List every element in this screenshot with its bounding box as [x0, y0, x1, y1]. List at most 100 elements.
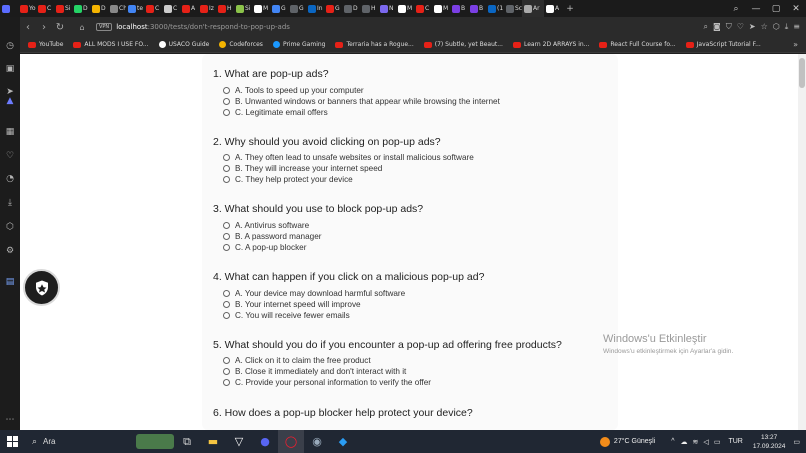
download-icon[interactable]: ⤓	[5, 198, 15, 208]
shield-icon[interactable]: ⛉	[726, 22, 732, 32]
browser-tab[interactable]: In	[306, 0, 324, 17]
new-tab-button[interactable]: +	[562, 0, 578, 17]
search-icon[interactable]: ⌕	[703, 22, 707, 32]
send-icon[interactable]: ➤	[749, 22, 756, 32]
radio-button[interactable]	[223, 154, 230, 162]
browser-tab[interactable]: A	[544, 0, 562, 17]
clock[interactable]: 13:27 17.09.2024	[753, 433, 786, 451]
opera-icon[interactable]: ◯	[278, 430, 304, 453]
answer-option[interactable]: B. A password manager	[213, 231, 423, 241]
browser-tab[interactable]: D	[90, 0, 108, 17]
task-view-icon[interactable]: ⧉	[174, 430, 200, 453]
speed-dial-icon[interactable]: ◷	[5, 41, 15, 51]
answer-option[interactable]: C. You will receive fewer emails	[213, 310, 484, 320]
browser-tab[interactable]: G	[324, 0, 342, 17]
radio-button[interactable]	[223, 368, 230, 376]
radio-button[interactable]	[223, 165, 230, 173]
minimize-button[interactable]: —	[746, 4, 766, 14]
extensions-icon[interactable]: ⬡	[773, 22, 780, 32]
browser-tab[interactable]: Ch	[108, 0, 126, 17]
browser-tab[interactable]: B	[450, 0, 468, 17]
radio-button[interactable]	[223, 379, 230, 387]
bookmark-item[interactable]: React Full Course fo...	[599, 41, 676, 48]
close-window-button[interactable]: ✕	[786, 4, 806, 14]
answer-option[interactable]: C. Provide your personal information to …	[213, 378, 562, 388]
bookmark-item[interactable]: YouTube	[28, 41, 63, 48]
bookmark-item[interactable]: Learn 2D ARRAYS in...	[512, 41, 589, 48]
radio-button[interactable]	[223, 300, 230, 308]
browser-tab[interactable]	[0, 0, 18, 17]
browser-tab[interactable]: B	[468, 0, 486, 17]
wallet-icon[interactable]: ▤	[5, 277, 15, 287]
steam-icon[interactable]: ◉	[304, 430, 330, 453]
answer-option[interactable]: A. Click on it to claim the free product	[213, 356, 562, 366]
browser-tab[interactable]: G	[270, 0, 288, 17]
more-bookmarks-icon[interactable]: »	[793, 40, 806, 49]
browser-tab[interactable]: M	[252, 0, 270, 17]
bag-icon[interactable]: ▣	[5, 64, 15, 74]
floating-shield-button[interactable]	[23, 269, 60, 306]
network-icon[interactable]: ☁	[681, 438, 688, 446]
discord-icon[interactable]: ●	[252, 430, 278, 453]
browser-tab[interactable]: H	[360, 0, 378, 17]
bookmark-item[interactable]: JavaScript Tutorial F...	[685, 41, 761, 48]
home-icon[interactable]: ⌂	[74, 23, 90, 32]
vscode-icon[interactable]: ◆	[330, 430, 356, 453]
answer-option[interactable]: A. Your device may download harmful soft…	[213, 288, 484, 298]
star-icon[interactable]: ☆	[761, 22, 768, 32]
bookmark-item[interactable]: USACO Guide	[158, 41, 209, 48]
forward-icon[interactable]: ›	[36, 22, 52, 33]
volume-icon[interactable]: ◁	[703, 438, 708, 446]
browser-tab[interactable]: te	[126, 0, 144, 17]
menu-icon[interactable]: ≡	[793, 22, 800, 32]
browser-tab[interactable]: M	[432, 0, 450, 17]
notification-icon[interactable]: ▭	[793, 438, 800, 446]
answer-option[interactable]: B. Unwanted windows or banners that appe…	[213, 96, 500, 106]
weather-icon[interactable]	[599, 436, 610, 447]
radio-button[interactable]	[223, 243, 230, 251]
radio-button[interactable]	[223, 311, 230, 319]
answer-option[interactable]: C. They help protect your device	[213, 175, 474, 185]
download-icon[interactable]: ⤓	[785, 22, 789, 32]
vpn-badge[interactable]: VPN	[96, 23, 113, 31]
taskbar-search[interactable]: ⌕ Ara	[24, 430, 174, 453]
answer-option[interactable]: C. Legitimate email offers	[213, 107, 500, 117]
heart-icon[interactable]: ♡	[737, 22, 744, 32]
heart-icon[interactable]: ♡	[5, 151, 15, 161]
wifi-icon[interactable]: ≋	[693, 438, 699, 446]
camera-icon[interactable]: ◙	[713, 22, 721, 32]
browser-tab[interactable]: N	[378, 0, 396, 17]
aria-icon[interactable]: ▲	[5, 96, 15, 106]
answer-option[interactable]: A. Antivirus software	[213, 220, 423, 230]
browser-tab[interactable]: G	[288, 0, 306, 17]
language-indicator[interactable]: TUR	[728, 438, 742, 445]
browser-tab[interactable]: C	[162, 0, 180, 17]
bookmark-item[interactable]: (7) Subtle, yet Beaut...	[423, 41, 503, 48]
browser-tab[interactable]: Iz	[198, 0, 216, 17]
browser-tab[interactable]: Sc	[504, 0, 522, 17]
browser-tab[interactable]: M	[396, 0, 414, 17]
browser-tab[interactable]: Yo	[18, 0, 36, 17]
answer-option[interactable]: A. Tools to speed up your computer	[213, 85, 500, 95]
history-icon[interactable]: ◔	[5, 174, 15, 184]
search-tabs-icon[interactable]: ⌕	[726, 4, 746, 14]
file-explorer-icon[interactable]: ▬	[200, 430, 226, 453]
answer-option[interactable]: B. Close it immediately and don't intera…	[213, 367, 562, 377]
browser-tab[interactable]: Si	[234, 0, 252, 17]
browser-tab[interactable]: D	[342, 0, 360, 17]
bookmark-item[interactable]: Prime Gaming	[272, 41, 325, 48]
radio-button[interactable]	[223, 232, 230, 240]
answer-option[interactable]: B. Your internet speed will improve	[213, 299, 484, 309]
address-bar[interactable]: ⌂ VPN localhost:3000/tests/don't-respond…	[74, 20, 614, 35]
battery-icon[interactable]: ▭	[714, 438, 721, 446]
more-icon[interactable]: ⋯	[5, 415, 15, 425]
bookmark-item[interactable]: ALL MODS I USE FO...	[73, 41, 149, 48]
browser-tab[interactable]: C	[36, 0, 54, 17]
settings-icon[interactable]: ⚙	[5, 246, 15, 256]
cube-icon[interactable]: ⬡	[5, 222, 15, 232]
browser-tab[interactable]: Ar	[522, 0, 544, 17]
radio-button[interactable]	[223, 86, 230, 94]
radio-button[interactable]	[223, 97, 230, 105]
bookmark-item[interactable]: Terraria has a Rogue...	[335, 41, 414, 48]
browser-tab[interactable]: C	[144, 0, 162, 17]
